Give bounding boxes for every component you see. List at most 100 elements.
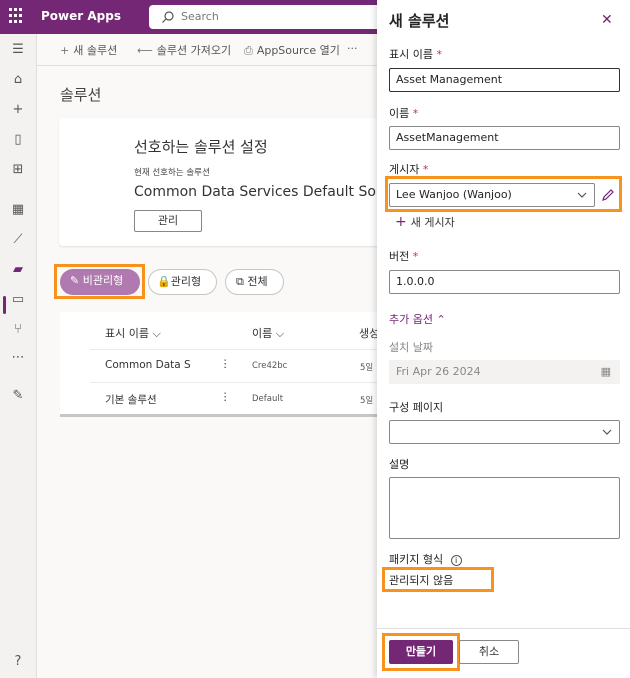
app-title[interactable]: Power Apps — [41, 9, 121, 23]
create-icon[interactable]: + — [10, 102, 26, 118]
display-name-label: 표시 이름 * — [389, 46, 442, 62]
info-icon[interactable]: i — [450, 555, 462, 566]
package-type-label: 패키지 형식 i — [389, 551, 462, 567]
import-solution-label: 솔루션 가져오기 — [156, 44, 232, 57]
solutions-icon[interactable]: ▰ — [10, 262, 26, 278]
card-title: 선호하는 솔루션 설정 — [134, 138, 268, 156]
appsource-icon: ⎙ — [244, 44, 253, 57]
help-icon[interactable]: ? — [10, 654, 26, 670]
header-display-name[interactable]: 표시 이름 ⌵ — [105, 325, 161, 341]
import-icon: ⟵ — [137, 44, 153, 57]
new-solution-panel: 새 솔루션 ✕ 표시 이름 * Asset Management 이름 * As… — [377, 0, 630, 678]
power-platform-icon[interactable]: ✎ — [10, 388, 26, 404]
chevron-down-icon: ⌵ — [152, 327, 161, 340]
install-date-label: 설치 날짜 — [389, 341, 433, 354]
description-label: 설명 — [389, 458, 410, 471]
cancel-button[interactable]: 취소 — [459, 640, 519, 664]
cards-icon[interactable]: ▭ — [10, 292, 26, 308]
import-solution-button[interactable]: ⟵ 솔루션 가져오기 — [137, 42, 231, 58]
chevron-up-icon: ⌃ — [436, 313, 446, 326]
stack-icon: ⧉ — [236, 275, 248, 288]
row-2-created: 5일 — [360, 396, 374, 406]
required-marker: * — [436, 48, 442, 61]
row-2-more-icon[interactable]: ⋮ — [220, 391, 231, 403]
app-launcher-icon[interactable] — [9, 8, 25, 24]
close-icon[interactable]: ✕ — [601, 12, 613, 28]
command-bar: + 새 솔루션 ⟵ 솔루션 가져오기 ⎙ AppSource 열기 ··· — [37, 34, 377, 66]
search-icon — [162, 11, 174, 23]
apps-icon[interactable]: ⊞ — [10, 162, 26, 178]
name-label: 이름 * — [389, 105, 418, 121]
highlight-package-type — [382, 567, 494, 592]
table-scrollbar[interactable] — [60, 414, 378, 417]
header-name[interactable]: 이름 ⌵ — [252, 325, 284, 341]
appsource-button[interactable]: ⎙ AppSource 열기 — [244, 42, 340, 58]
new-solution-button[interactable]: + 새 솔루션 — [60, 42, 117, 58]
search-placeholder: Search — [181, 10, 219, 23]
active-indicator — [3, 296, 6, 314]
chevron-down-icon — [602, 429, 612, 435]
flows-icon[interactable]: ⟋ — [10, 232, 26, 248]
name-input[interactable]: AssetManagement — [389, 126, 620, 150]
more-commands-button[interactable]: ··· — [347, 42, 358, 55]
appsource-label: AppSource 열기 — [256, 44, 340, 57]
filter-all[interactable]: ⧉ 전체 — [225, 269, 284, 295]
home-icon[interactable]: ⌂ — [10, 72, 26, 88]
name-label-text: 이름 — [389, 107, 410, 120]
footer-divider — [377, 628, 630, 629]
highlight-publisher — [385, 176, 622, 212]
install-date-value: Fri Apr 26 2024 — [396, 365, 481, 378]
new-publisher-button[interactable]: + 새 게시자 — [395, 214, 455, 230]
description-textarea[interactable] — [389, 477, 620, 539]
required-marker: * — [422, 163, 429, 176]
row-1-name: Cre42bc — [252, 361, 288, 371]
tables-icon[interactable]: ▦ — [10, 202, 26, 218]
new-publisher-label: 새 게시자 — [410, 216, 455, 229]
config-page-select[interactable] — [389, 420, 620, 444]
row-1-more-icon[interactable]: ⋮ — [220, 358, 231, 370]
filter-all-label: 전체 — [247, 275, 268, 288]
plus-icon: + — [395, 214, 407, 230]
required-marker: * — [412, 250, 419, 263]
search-box[interactable]: Search — [149, 5, 389, 29]
row-divider — [90, 349, 378, 350]
row-2-name: Default — [252, 394, 284, 404]
more-options-label: 추가 옵션 — [389, 313, 433, 326]
row-1-created: 5일 — [360, 363, 374, 373]
solutions-table: 표시 이름 ⌵ 이름 ⌵ 생성 Common Data S ⋮ Cre42bc … — [60, 312, 379, 417]
new-solution-label: 새 솔루션 — [73, 44, 118, 57]
card-subtitle: 현재 선호하는 솔루션 — [134, 168, 210, 178]
preferred-solution-card: 선호하는 솔루션 설정 현재 선호하는 솔루션 Common Data Serv… — [59, 118, 389, 246]
filter-managed[interactable]: 🔒관리형 — [148, 269, 217, 295]
more-icon[interactable]: ⋯ — [10, 350, 26, 366]
lock-icon: 🔒 — [157, 275, 171, 288]
connections-icon[interactable]: ⑂ — [10, 322, 26, 338]
highlight-unmanaged — [54, 264, 145, 299]
manage-button[interactable]: 관리 — [134, 210, 202, 232]
display-name-input[interactable]: Asset Management — [389, 68, 620, 92]
display-name-label-text: 표시 이름 — [389, 48, 433, 61]
more-options-toggle[interactable]: 추가 옵션 ⌃ — [389, 311, 446, 327]
panel-title: 새 솔루션 — [389, 12, 450, 30]
header-display-name-label: 표시 이름 — [105, 327, 149, 340]
page-title: 솔루션 — [60, 86, 102, 104]
version-input[interactable]: 1.0.0.0 — [389, 270, 620, 294]
package-type-label-text: 패키지 형식 — [389, 553, 444, 566]
row-2-display-name[interactable]: 기본 솔루션 — [105, 392, 157, 407]
row-divider — [90, 382, 378, 383]
chevron-down-icon: ⌵ — [275, 327, 285, 340]
version-label: 버전 * — [389, 248, 418, 264]
plus-icon: + — [60, 44, 70, 57]
calendar-icon: ▦ — [600, 365, 611, 378]
hamburger-icon[interactable]: ☰ — [10, 42, 26, 58]
row-1-display-name[interactable]: Common Data S — [105, 359, 191, 371]
preferred-solution-name: Common Data Services Default Solu — [134, 184, 389, 200]
required-marker: * — [412, 107, 419, 120]
install-date-input: Fri Apr 26 2024 ▦ — [389, 360, 620, 384]
learn-icon[interactable]: ▯ — [10, 132, 26, 148]
version-label-text: 버전 — [389, 250, 410, 263]
header-name-label: 이름 — [252, 327, 273, 340]
highlight-create — [382, 633, 460, 671]
filter-managed-label: 관리형 — [170, 275, 202, 288]
config-page-label: 구성 페이지 — [389, 401, 444, 414]
